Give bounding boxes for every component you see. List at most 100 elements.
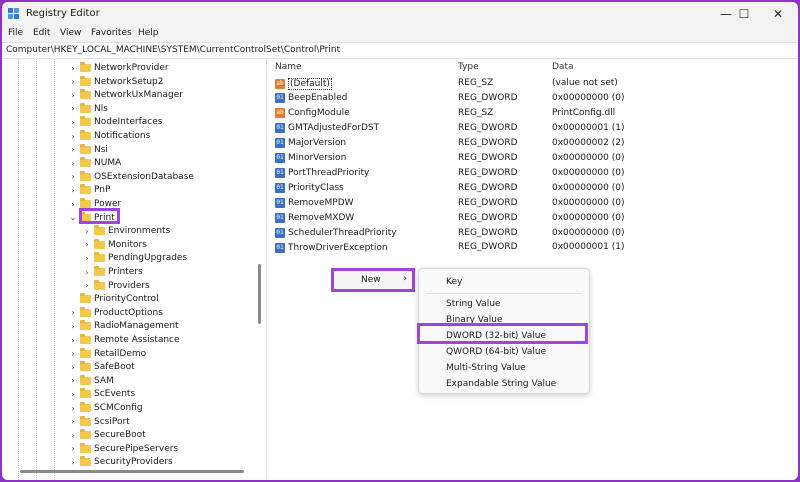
tree-node[interactable]: › Nsi: [68, 143, 108, 157]
tree-node[interactable]: › RadioManagement: [68, 319, 179, 333]
chevron-right-icon[interactable]: ›: [82, 227, 92, 236]
value-row[interactable]: ab ConfigModule: [275, 106, 350, 121]
column-header-name[interactable]: Name: [275, 62, 302, 72]
tree-node[interactable]: › ScEvents: [68, 387, 135, 401]
close-button[interactable]: ✕: [760, 2, 796, 26]
tree-node[interactable]: › SecurityProviders: [68, 455, 173, 469]
tree-node[interactable]: › Environments: [82, 224, 170, 238]
value-type: REG_DWORD: [458, 152, 518, 163]
chevron-right-icon[interactable]: ›: [68, 390, 78, 399]
chevron-right-icon[interactable]: ›: [68, 104, 78, 113]
menu-favorites[interactable]: Favorites: [91, 28, 132, 38]
chevron-down-icon[interactable]: ⌄: [68, 213, 78, 222]
tree-node[interactable]: › RetailDemo: [68, 347, 146, 361]
tree-node[interactable]: › NetworkUxManager: [68, 88, 183, 102]
chevron-right-icon[interactable]: ›: [68, 91, 78, 100]
value-row[interactable]: 01 RemoveMXDW: [275, 211, 354, 226]
chevron-right-icon[interactable]: ›: [68, 417, 78, 426]
value-row[interactable]: ab (Default): [275, 76, 332, 91]
chevron-right-icon[interactable]: ›: [68, 363, 78, 372]
tree-node[interactable]: › Printers: [82, 265, 143, 279]
tree-node[interactable]: › NetworkProvider: [68, 61, 169, 75]
value-row[interactable]: 01 MinorVersion: [275, 151, 346, 166]
chevron-right-icon[interactable]: ›: [82, 240, 92, 249]
chevron-right-icon[interactable]: ›: [68, 349, 78, 358]
tree-node[interactable]: › Monitors: [82, 238, 147, 252]
tree-node[interactable]: › Nls: [68, 102, 108, 116]
folder-icon: [80, 320, 91, 331]
folder-icon: [80, 334, 91, 344]
chevron-right-icon[interactable]: ›: [68, 159, 78, 168]
chevron-right-icon[interactable]: ›: [68, 444, 78, 453]
menu-edit[interactable]: Edit: [33, 28, 50, 38]
binary-value-icon: 01: [275, 153, 285, 164]
tree-node[interactable]: › Providers: [82, 279, 150, 293]
chevron-right-icon[interactable]: ›: [68, 200, 78, 209]
address-bar[interactable]: Computer\HKEY_LOCAL_MACHINE\SYSTEM\Curre…: [2, 42, 798, 59]
tree-node[interactable]: › OSExtensionDatabase: [68, 170, 194, 184]
maximize-button[interactable]: ☐: [726, 2, 762, 26]
submenu-qword-value[interactable]: QWORD (64-bit) Value: [446, 347, 546, 357]
tree-horizontal-scrollbar[interactable]: [20, 470, 244, 473]
tree-node[interactable]: › SafeBoot: [68, 360, 135, 374]
column-header-type[interactable]: Type: [458, 62, 479, 72]
submenu-multi-string-value[interactable]: Multi-String Value: [446, 363, 526, 373]
chevron-right-icon[interactable]: ›: [68, 77, 78, 86]
tree-node[interactable]: › Notifications: [68, 129, 150, 143]
tree-node[interactable]: › ScsiPort: [68, 415, 130, 429]
tree-node-label: Printers: [108, 267, 143, 277]
chevron-right-icon[interactable]: ›: [68, 64, 78, 73]
tree-vertical-scrollbar[interactable]: [258, 264, 261, 324]
chevron-right-icon[interactable]: ›: [68, 336, 78, 345]
tree-node[interactable]: › SAM: [68, 374, 114, 388]
chevron-right-icon[interactable]: ›: [68, 431, 78, 440]
menu-file[interactable]: File: [8, 28, 23, 38]
address-path[interactable]: Computer\HKEY_LOCAL_MACHINE\SYSTEM\Curre…: [6, 45, 340, 55]
key-tree-pane[interactable]: › NetworkProvider › NetworkSetup2 › NetworkUx…: [2, 59, 267, 480]
chevron-right-icon[interactable]: ›: [68, 322, 78, 331]
chevron-right-icon[interactable]: ›: [68, 145, 78, 154]
tree-node-label: NetworkUxManager: [94, 90, 183, 101]
menu-help[interactable]: Help: [138, 28, 159, 38]
chevron-right-icon[interactable]: ›: [68, 118, 78, 127]
tree-node[interactable]: › Remote Assistance: [68, 333, 180, 347]
tree-node[interactable]: › NodeInterfaces: [68, 115, 162, 129]
tree-node[interactable]: › SecureBoot: [68, 428, 146, 442]
chevron-right-icon[interactable]: ›: [68, 458, 78, 467]
value-row[interactable]: 01 MajorVersion: [275, 136, 346, 151]
tree-node[interactable]: › PendingUpgrades: [82, 251, 187, 265]
chevron-right-icon[interactable]: ›: [82, 254, 92, 263]
value-row[interactable]: 01 PortThreadPriority: [275, 166, 369, 181]
chevron-right-icon[interactable]: ›: [68, 132, 78, 141]
chevron-right-icon[interactable]: ›: [68, 404, 78, 413]
string-value-icon: ab: [275, 78, 285, 89]
tree-node[interactable]: › NetworkSetup2: [68, 75, 164, 89]
tree-node[interactable]: PriorityControl: [68, 292, 159, 306]
tree-node[interactable]: › ProductOptions: [68, 306, 163, 320]
tree-node[interactable]: › NUMA: [68, 156, 121, 170]
submenu-key[interactable]: Key: [446, 277, 462, 287]
chevron-right-icon[interactable]: ›: [68, 308, 78, 317]
value-name: ThrowDriverException: [288, 242, 388, 253]
menu-bar: File Edit View Favorites Help: [2, 26, 798, 42]
value-row[interactable]: 01 GMTAdjustedForDST: [275, 121, 379, 136]
value-row[interactable]: 01 ThrowDriverException: [275, 240, 388, 255]
chevron-right-icon[interactable]: ›: [68, 186, 78, 195]
submenu-string-value[interactable]: String Value: [446, 299, 500, 309]
value-row[interactable]: 01 SchedulerThreadPriority: [275, 226, 397, 241]
value-row[interactable]: 01 RemoveMPDW: [275, 196, 354, 211]
tree-node[interactable]: › PnP: [68, 183, 110, 197]
chevron-right-icon[interactable]: ›: [68, 172, 78, 181]
binary-value-icon: 01: [275, 183, 285, 194]
chevron-right-icon[interactable]: ›: [82, 281, 92, 290]
value-row[interactable]: 01 PriorityClass: [275, 181, 344, 196]
tree-node[interactable]: › SecurePipeServers: [68, 442, 178, 456]
context-menu-new[interactable]: New ›: [331, 268, 415, 292]
chevron-right-icon[interactable]: ›: [68, 376, 78, 385]
submenu-expandable-string-value[interactable]: Expandable String Value: [446, 379, 556, 389]
chevron-right-icon[interactable]: ›: [82, 268, 92, 277]
column-header-data[interactable]: Data: [552, 62, 574, 72]
tree-node[interactable]: › SCMConfig: [68, 401, 143, 415]
menu-view[interactable]: View: [60, 28, 81, 38]
value-row[interactable]: 01 BeepEnabled: [275, 91, 347, 106]
